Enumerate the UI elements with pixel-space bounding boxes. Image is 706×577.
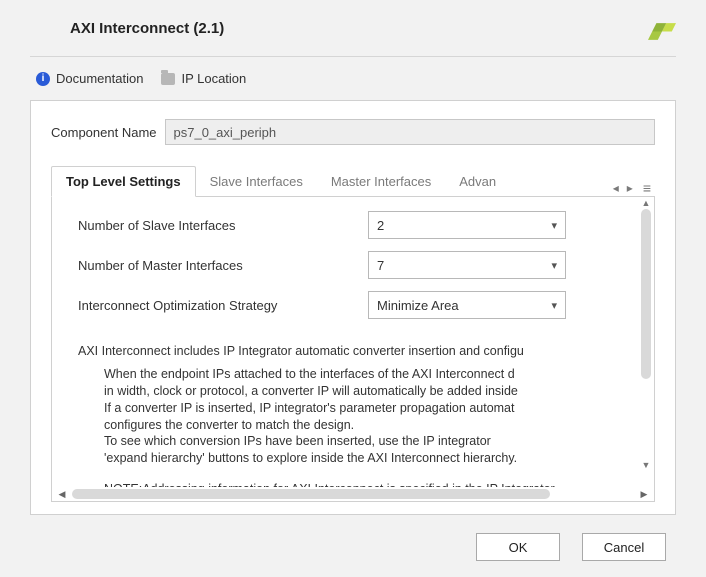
strategy-select[interactable]: Minimize Area ▾	[368, 291, 566, 319]
horizontal-scrollbar[interactable]: ◀ ▶	[52, 487, 654, 501]
description-line: 'expand hierarchy' buttons to explore in…	[104, 450, 628, 467]
strategy-row: Interconnect Optimization Strategy Minim…	[78, 291, 628, 319]
scroll-right-icon[interactable]: ▶	[638, 489, 650, 500]
component-name-row: Component Name	[51, 119, 655, 145]
info-icon: i	[36, 72, 50, 86]
description-line: To see which conversion IPs have been in…	[104, 433, 628, 450]
strategy-label: Interconnect Optimization Strategy	[78, 298, 368, 313]
dialog-header: AXI Interconnect (2.1)	[30, 10, 676, 56]
tab-scroll-right-icon[interactable]: ▸	[625, 181, 635, 195]
scroll-left-icon[interactable]: ◀	[56, 489, 68, 500]
ip-location-label: IP Location	[181, 71, 246, 86]
master-interfaces-row: Number of Master Interfaces 7 ▾	[78, 251, 628, 279]
description-line: When the endpoint IPs attached to the in…	[104, 366, 628, 383]
master-interfaces-select[interactable]: 7 ▾	[368, 251, 566, 279]
tab-advanced[interactable]: Advan	[445, 167, 510, 196]
vscroll-thumb[interactable]	[641, 209, 651, 379]
component-name-label: Component Name	[51, 125, 157, 140]
xilinx-logo-icon	[648, 16, 676, 40]
cancel-button[interactable]: Cancel	[582, 533, 666, 561]
slave-interfaces-select[interactable]: 2 ▾	[368, 211, 566, 239]
tabstrip: Top Level Settings Slave Interfaces Mast…	[51, 165, 655, 197]
chevron-down-icon: ▾	[551, 259, 557, 272]
component-name-input[interactable]	[165, 119, 656, 145]
hscroll-thumb[interactable]	[72, 489, 550, 499]
dialog-footer: OK Cancel	[30, 533, 676, 561]
description-line: If a converter IP is inserted, IP integr…	[104, 400, 628, 417]
tab-menu-icon[interactable]: ≡	[639, 180, 655, 196]
master-interfaces-label: Number of Master Interfaces	[78, 258, 368, 273]
toolbar: i Documentation IP Location	[30, 65, 676, 100]
dialog-window: AXI Interconnect (2.1) i Documentation I…	[0, 0, 706, 577]
documentation-label: Documentation	[56, 71, 143, 86]
tab-extras: ◂ ▸ ≡	[611, 180, 655, 196]
tab-scroll-left-icon[interactable]: ◂	[611, 181, 621, 195]
tab-top-level-settings[interactable]: Top Level Settings	[51, 166, 196, 197]
tab-slave-interfaces[interactable]: Slave Interfaces	[196, 167, 317, 196]
ip-location-link[interactable]: IP Location	[161, 71, 246, 86]
tab-master-interfaces[interactable]: Master Interfaces	[317, 167, 445, 196]
chevron-down-icon: ▾	[551, 219, 557, 232]
vscroll-track[interactable]	[641, 209, 651, 459]
description-note: NOTE:Addressing information for AXI Inte…	[78, 481, 628, 487]
dialog-title: AXI Interconnect (2.1)	[70, 20, 224, 37]
slave-interfaces-value: 2	[377, 218, 384, 233]
master-interfaces-value: 7	[377, 258, 384, 273]
strategy-value: Minimize Area	[377, 298, 459, 313]
scroll-up-icon[interactable]: ▲	[642, 197, 651, 209]
ok-button[interactable]: OK	[476, 533, 560, 561]
description-body: When the endpoint IPs attached to the in…	[78, 366, 628, 467]
scroll-down-icon[interactable]: ▼	[642, 459, 651, 471]
vertical-scrollbar[interactable]: ▲ ▼	[640, 197, 652, 471]
description-block: AXI Interconnect includes IP Integrator …	[78, 343, 628, 487]
hscroll-track[interactable]	[72, 489, 634, 499]
description-line: in width, clock or protocol, a converter…	[104, 383, 628, 400]
scroll-area: Number of Slave Interfaces 2 ▾ Number of…	[52, 197, 654, 487]
tab-body: Number of Slave Interfaces 2 ▾ Number of…	[51, 197, 655, 502]
slave-interfaces-label: Number of Slave Interfaces	[78, 218, 368, 233]
description-heading: AXI Interconnect includes IP Integrator …	[78, 343, 628, 360]
header-divider	[30, 56, 676, 57]
slave-interfaces-row: Number of Slave Interfaces 2 ▾	[78, 211, 628, 239]
folder-icon	[161, 73, 175, 85]
documentation-link[interactable]: i Documentation	[36, 71, 143, 86]
config-panel: Component Name Top Level Settings Slave …	[30, 100, 676, 515]
description-line: configures the converter to match the de…	[104, 417, 628, 434]
chevron-down-icon: ▾	[551, 299, 557, 312]
